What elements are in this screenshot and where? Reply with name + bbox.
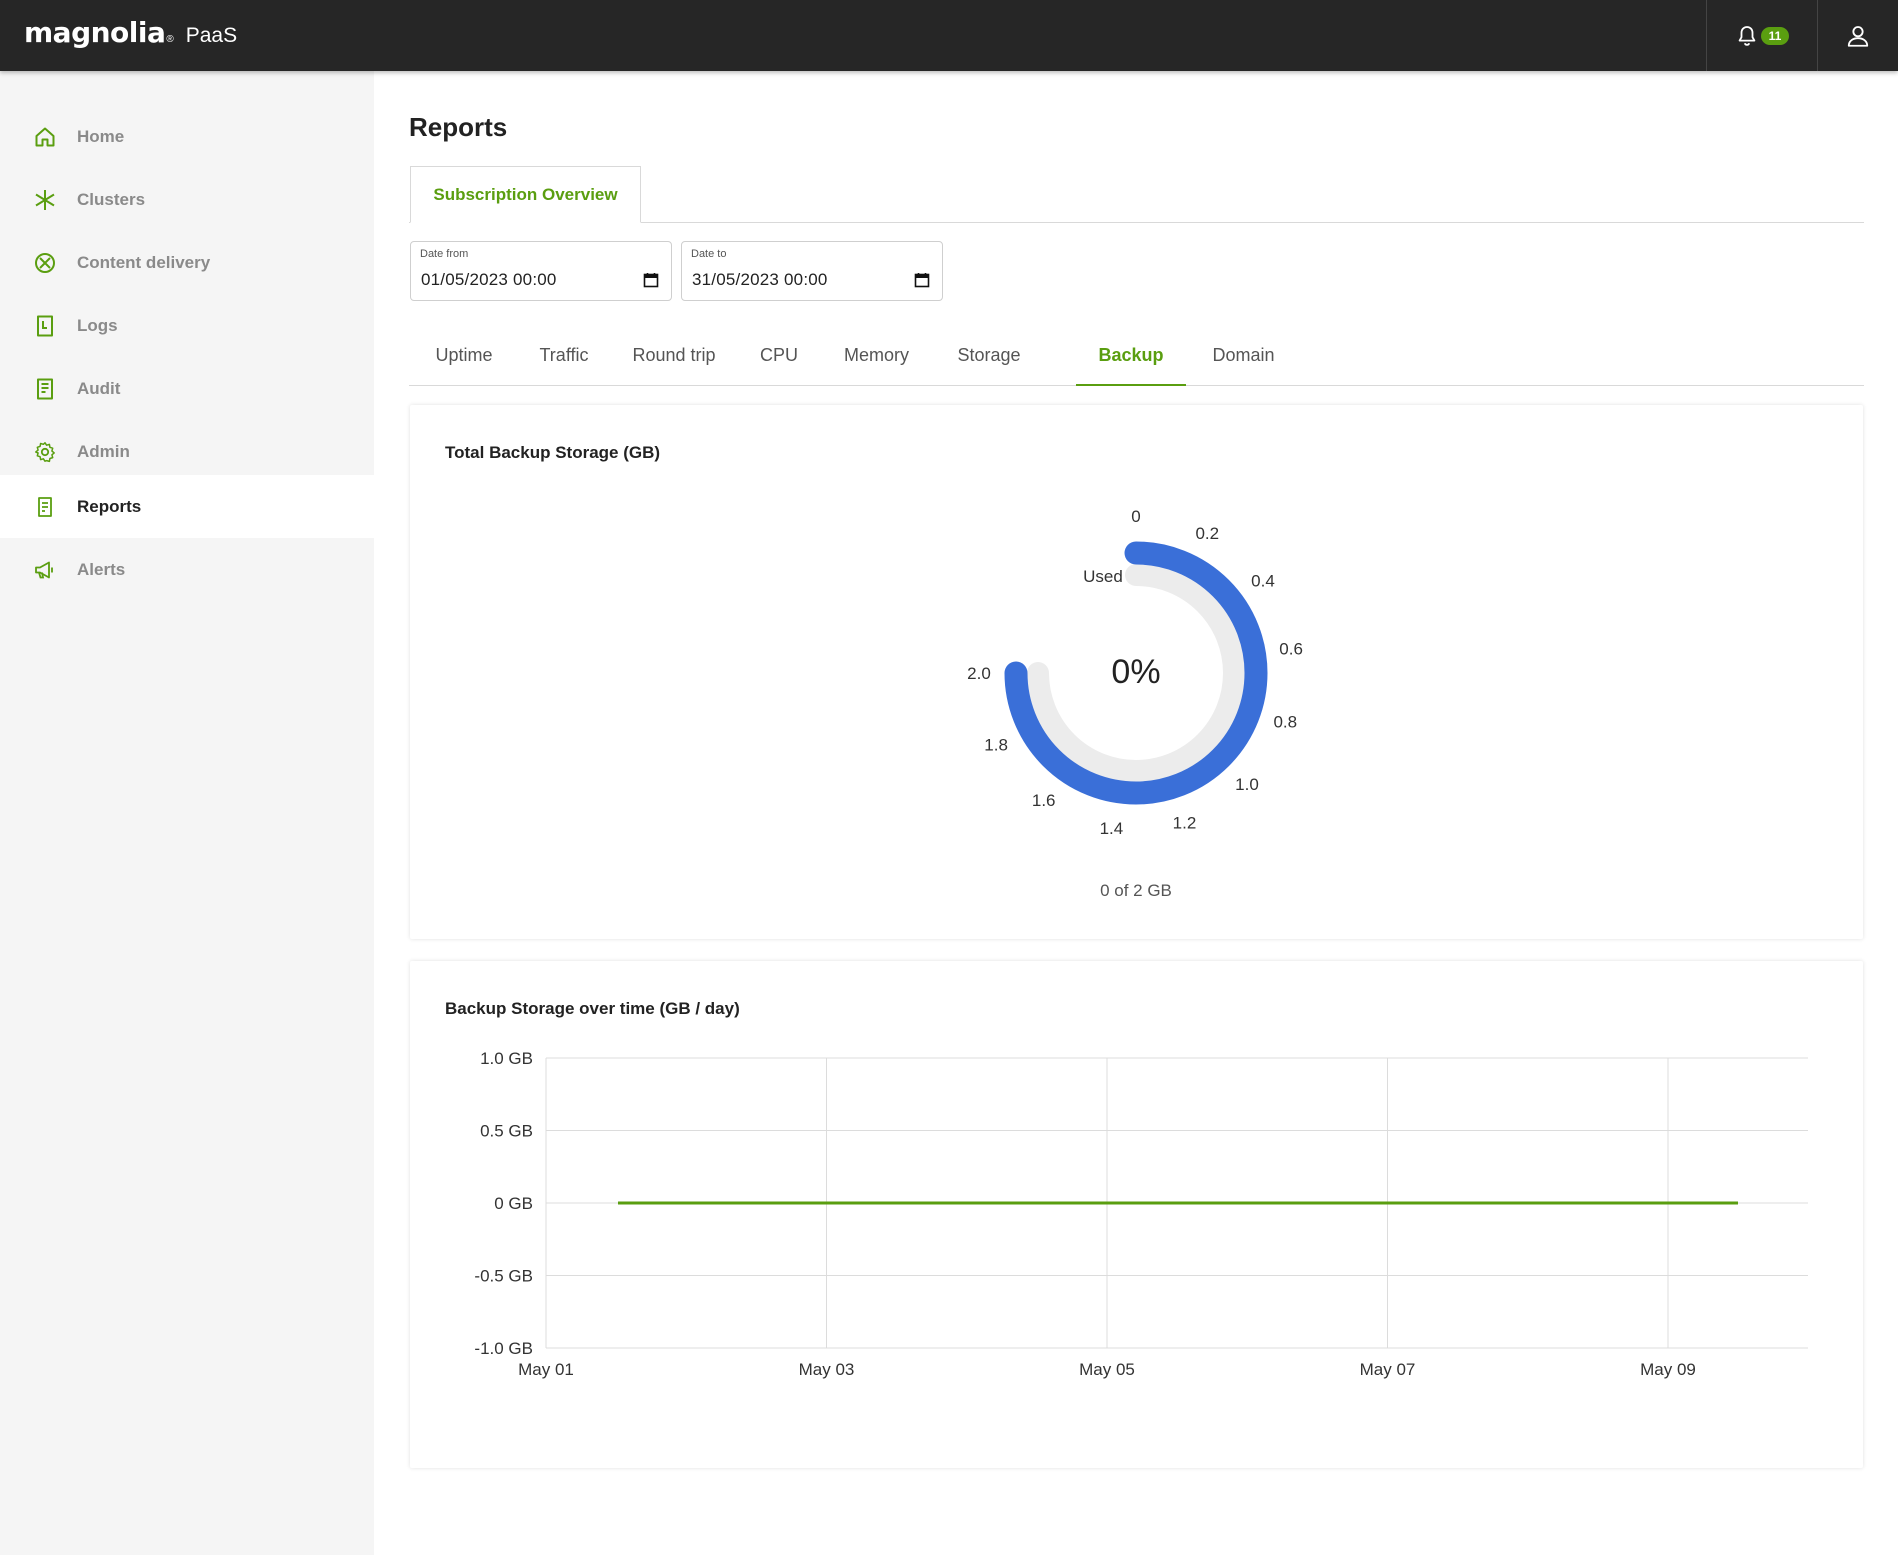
sidebar-item-label: Alerts (77, 559, 126, 579)
sidebar-item-logs[interactable]: Logs (0, 294, 374, 357)
gauge-tick-label: 1.6 (1032, 791, 1056, 810)
sidebar-item-reports[interactable]: Reports (0, 475, 374, 538)
content-delivery-icon (35, 253, 55, 273)
user-menu-button[interactable] (1818, 0, 1898, 71)
gauge-tick-label: 0.6 (1279, 639, 1303, 658)
y-axis-tick-label: 0 GB (494, 1194, 533, 1213)
tab-subscription-overview[interactable]: Subscription Overview (410, 166, 641, 223)
x-axis-tick-label: May 03 (799, 1360, 855, 1379)
date-to-value[interactable]: 31/05/2023 00:00 (692, 270, 828, 290)
product-name: PaaS (185, 24, 238, 47)
user-icon (1847, 25, 1869, 47)
subtab-backup[interactable]: Backup (1076, 330, 1186, 386)
reports-icon (38, 497, 52, 517)
subtab-domain[interactable]: Domain (1186, 330, 1301, 386)
sidebar-item-label: Logs (77, 315, 118, 335)
gauge-tick-label: 0.2 (1195, 524, 1219, 543)
sidebar-item-content-delivery[interactable]: Content delivery (0, 231, 374, 294)
gear-icon (35, 442, 55, 463)
sidebar-item-alerts[interactable]: Alerts (0, 538, 374, 601)
top-bar: magnolia ® PaaS 11 (0, 0, 1898, 71)
sidebar-item-label: Clusters (77, 189, 146, 209)
sidebar-item-label: Audit (77, 378, 121, 398)
sidebar-item-label: Admin (77, 441, 130, 461)
gauge-percentage: 0% (1111, 653, 1160, 691)
report-subtabs: Uptime Traffic Round trip CPU Memory Sto… (409, 330, 1864, 386)
calendar-icon[interactable] (643, 272, 659, 288)
notifications-button[interactable]: 11 (1706, 0, 1818, 71)
sidebar-item-admin[interactable]: Admin (0, 420, 374, 483)
notification-count-badge: 11 (1760, 26, 1790, 45)
x-axis-tick-label: May 09 (1640, 1360, 1696, 1379)
audit-icon (37, 378, 53, 400)
backup-gauge: 00.20.40.60.81.01.21.41.61.82.0 Used 0% … (967, 507, 1303, 900)
logs-icon (37, 315, 53, 337)
megaphone-icon (35, 561, 53, 579)
subtab-uptime[interactable]: Uptime (409, 330, 519, 386)
brand-name: magnolia (24, 16, 166, 49)
gauge-label: Used (1083, 567, 1123, 586)
x-axis-tick-label: May 07 (1360, 1360, 1416, 1379)
subtab-round-trip[interactable]: Round trip (609, 330, 739, 386)
subtab-memory[interactable]: Memory (819, 330, 934, 386)
clusters-icon (35, 190, 55, 210)
calendar-icon[interactable] (914, 272, 930, 288)
subtab-traffic[interactable]: Traffic (519, 330, 609, 386)
sidebar-item-label: Home (77, 126, 125, 146)
sidebar-item-audit[interactable]: Audit (0, 357, 374, 420)
gauge-tick-label: 2.0 (967, 664, 991, 683)
brand-logo[interactable]: magnolia ® PaaS (24, 16, 237, 49)
x-axis-ticks: May 01 May 03 May 05 May 07 May 09 (518, 1360, 1696, 1379)
backup-gauge-card: Total Backup Storage (GB) 0 0.2 0.4 0.6 0.8 1… (410, 405, 1863, 939)
date-from-field[interactable]: Date from 01/05/2023 00:00 (410, 241, 672, 301)
home-icon (35, 127, 55, 147)
sidebar-item-clusters[interactable]: Clusters (0, 168, 374, 231)
gauge-tick-label: 1.4 (1100, 819, 1124, 838)
y-axis-ticks: 1.0 GB 0.5 GB 0 GB -0.5 GB -1.0 GB (474, 1049, 533, 1358)
y-axis-tick-label: -1.0 GB (474, 1339, 533, 1358)
gauge-tick-label: 0 (1131, 507, 1140, 526)
sidebar-item-label: Reports (77, 496, 142, 516)
subtab-cpu[interactable]: CPU (739, 330, 819, 386)
sidebar-item-label: Content delivery (77, 252, 211, 272)
sidebar-item-home[interactable]: Home (0, 105, 374, 168)
date-from-label: Date from (420, 248, 469, 260)
x-axis-tick-label: May 01 (518, 1360, 574, 1379)
gauge-usage-summary: 0 of 2 GB (1100, 881, 1172, 900)
date-to-label: Date to (691, 248, 727, 260)
sidebar: Home Clusters Content delivery Logs Audi… (0, 71, 374, 1555)
gauge-tick-label: 1.2 (1173, 813, 1197, 832)
x-axis-tick-label: May 05 (1079, 1360, 1135, 1379)
gauge-tick-label: 0.4 (1251, 572, 1275, 591)
page-title: Reports (409, 112, 508, 142)
backup-over-time-chart: 1.0 GB0.5 GB0 GB-0.5 GB-1.0 GB May 01 May… (474, 1049, 1808, 1379)
subtab-storage[interactable]: Storage (934, 330, 1044, 386)
backup-over-time-card: Backup Storage over time (GB / day) 1.0 … (410, 961, 1863, 1468)
y-axis-tick-label: -0.5 GB (474, 1267, 533, 1286)
gauge-tick-label: 0.8 (1273, 713, 1297, 732)
y-axis-tick-label: 0.5 GB (480, 1122, 533, 1141)
gauge-tick-label: 1.0 (1235, 775, 1259, 794)
y-axis-tick-label: 1.0 GB (480, 1049, 533, 1068)
brand-registered-mark: ® (166, 34, 174, 45)
date-from-value[interactable]: 01/05/2023 00:00 (421, 270, 557, 290)
date-to-field[interactable]: Date to 31/05/2023 00:00 (681, 241, 943, 301)
gauge-tick-label: 1.8 (984, 735, 1008, 754)
bell-icon (1738, 25, 1755, 46)
